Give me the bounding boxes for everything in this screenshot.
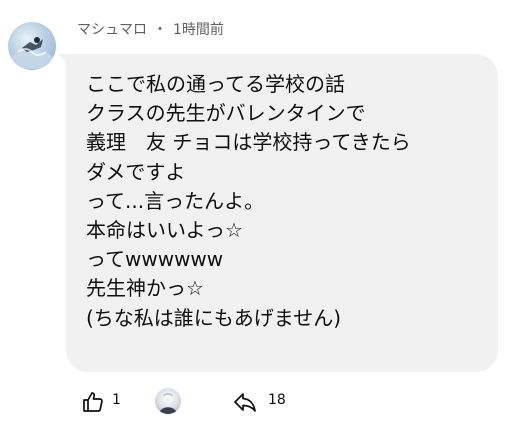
author-avatar[interactable] — [8, 22, 56, 70]
comment-line: 先生神かっ☆ — [86, 276, 204, 301]
comment-line: (ちな私は誰にもあげません) — [86, 305, 342, 330]
comment-header: マシュマロ・ 1時間前 — [77, 19, 224, 39]
comment-line: ダメですよ — [86, 159, 186, 184]
comment-line: ここで私の通ってる学校の話 — [86, 72, 345, 96]
header-separator: ・ — [153, 22, 167, 38]
avatar-image — [10, 37, 54, 69]
comment-line: 本命はいいよっ☆ — [86, 218, 243, 243]
comment-time[interactable]: 1時間前 — [173, 22, 224, 38]
comment-actions: 1 18 — [0, 386, 512, 420]
creator-avatar-image — [159, 393, 177, 414]
reply-count: 18 — [268, 392, 286, 408]
author-name[interactable]: マシュマロ — [77, 22, 147, 38]
comment-line: って...言ったんよ。 — [86, 188, 265, 213]
reply-arrow-icon[interactable] — [232, 390, 258, 414]
comment-line: クラスの先生がバレンタインで — [86, 101, 366, 126]
comment-line: ってwwwwww — [86, 247, 224, 272]
creator-heart-avatar — [155, 388, 181, 414]
comment-line: 義理 友 チョコは学校持ってきたら — [86, 130, 411, 155]
like-count: 1 — [112, 392, 121, 408]
comment-text: ここで私の通ってる学校の話 クラスの先生がバレンタインで 義理 友 チョコは学校… — [86, 70, 411, 333]
thumbs-up-icon[interactable] — [81, 390, 105, 414]
